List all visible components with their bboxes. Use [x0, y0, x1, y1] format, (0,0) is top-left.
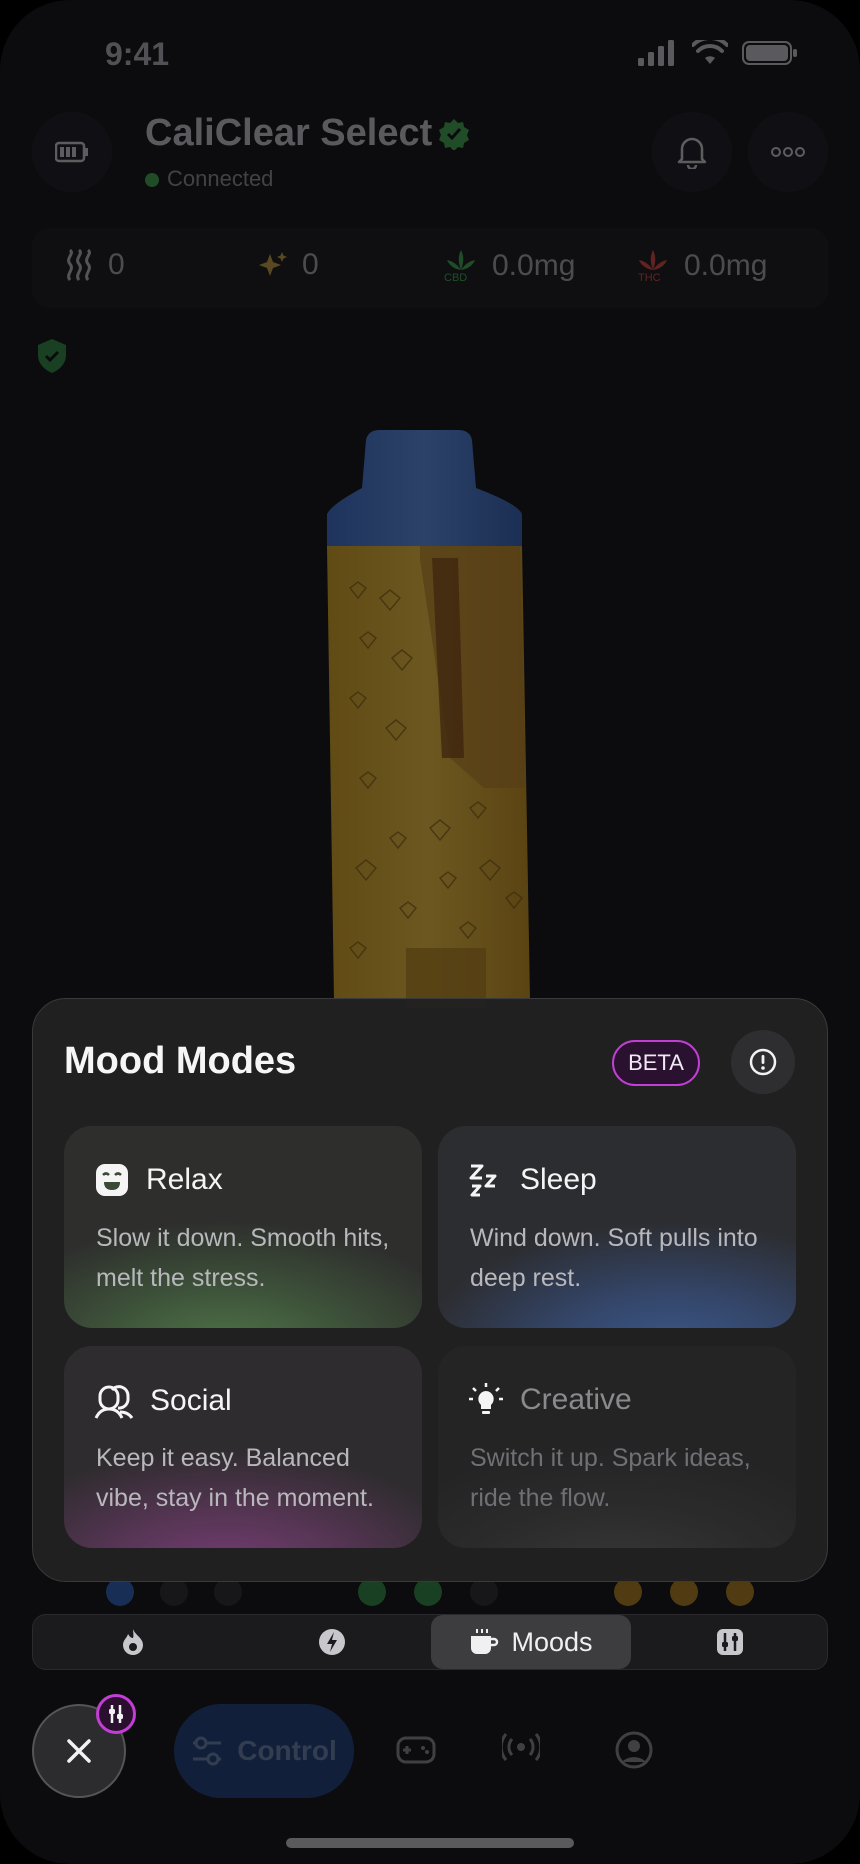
tab-flame[interactable] [33, 1615, 233, 1669]
stat-thc: THC 0.0mg [636, 248, 768, 284]
steam-icon [67, 248, 91, 281]
notifications-button[interactable] [652, 112, 732, 192]
mug-icon [471, 1629, 499, 1654]
preset-dot-yellow [726, 1578, 754, 1606]
sliders-control-icon [193, 1736, 222, 1766]
stat-puffs: 0 [64, 248, 125, 282]
cbd-leaf-icon: CBD [444, 248, 478, 284]
preset-dots-row [0, 1578, 860, 1608]
status-time: 9:41 [105, 36, 170, 72]
preset-dot [160, 1578, 188, 1606]
bolt-icon [319, 1629, 345, 1655]
vape-device-image [327, 430, 530, 1008]
home-indicator [286, 1838, 574, 1848]
stat-cbd: CBD 0.0mg [444, 248, 576, 284]
preset-dot [470, 1578, 498, 1606]
mode-header: Social [94, 1382, 232, 1420]
preset-dot-yellow [614, 1578, 642, 1606]
battery-status-icon [742, 41, 797, 65]
preset-dot-green [358, 1578, 386, 1606]
sparkle-icon [259, 252, 287, 276]
adjust-badge [96, 1694, 136, 1734]
game-controller-icon[interactable] [396, 1730, 436, 1766]
thc-leaf-icon: THC [636, 248, 670, 284]
mood-modes-title: Mood Modes [64, 1040, 297, 1082]
beta-badge: BETA [612, 1040, 700, 1086]
mode-header: Sleep [468, 1162, 597, 1198]
lightbulb-icon [469, 1383, 503, 1414]
close-icon [67, 1739, 91, 1763]
verified-badge-icon [439, 119, 469, 150]
info-icon [749, 1048, 777, 1076]
status-icons [638, 40, 798, 66]
mode-card-sleep[interactable]: Sleep Wind down. Soft pulls into deep re… [438, 1126, 796, 1328]
more-options-button[interactable] [748, 112, 828, 192]
tab-sliders[interactable] [631, 1615, 829, 1669]
mode-header: Relax [94, 1162, 223, 1198]
connected-dot [145, 173, 159, 187]
mode-header: Creative [468, 1382, 632, 1418]
status-bar: 9:41 [0, 0, 860, 110]
mode-description: Slow it down. Smooth hits, melt the stre… [96, 1224, 390, 1292]
preset-dot-yellow [670, 1578, 698, 1606]
tab-moods[interactable]: Moods [431, 1615, 631, 1669]
tab-bolt[interactable] [233, 1615, 431, 1669]
stat-sparks: 0 [258, 248, 319, 282]
preset-dot-blue [106, 1578, 134, 1606]
broadcast-icon[interactable] [502, 1730, 540, 1764]
smile-face-icon [96, 1164, 128, 1196]
shield-check-icon [38, 339, 66, 373]
bell-icon [677, 137, 707, 169]
phone-screen: 9:41 CaliClear Select Connected 0 0 CBD … [0, 0, 860, 1864]
mode-switcher: Moods [32, 1614, 828, 1670]
wifi-icon [692, 40, 728, 64]
adjust-sliders-icon [109, 1705, 123, 1723]
flame-icon [123, 1629, 143, 1655]
info-button[interactable] [731, 1030, 795, 1094]
mode-card-creative[interactable]: Creative Switch it up. Spark ideas, ride… [438, 1346, 796, 1548]
mode-description: Switch it up. Spark ideas, ride the flow… [470, 1444, 751, 1512]
mode-card-relax[interactable]: Relax Slow it down. Smooth hits, melt th… [64, 1126, 422, 1328]
signal-icon [638, 40, 674, 66]
device-battery-button[interactable] [32, 112, 112, 192]
connection-status: Connected [145, 166, 273, 192]
people-icon [94, 1385, 134, 1419]
profile-icon[interactable] [614, 1730, 654, 1770]
zzz-icon [469, 1164, 497, 1197]
device-title: CaliClear Select [145, 112, 433, 154]
mode-card-social[interactable]: Social Keep it easy. Balanced vibe, stay… [64, 1346, 422, 1548]
mode-description: Wind down. Soft pulls into deep rest. [470, 1224, 758, 1292]
preset-dot [214, 1578, 242, 1606]
more-dots-icon [771, 147, 805, 157]
mode-description: Keep it easy. Balanced vibe, stay in the… [96, 1444, 374, 1512]
battery-icon [55, 141, 88, 163]
sliders-icon [717, 1629, 743, 1655]
control-tab-button[interactable]: Control [174, 1704, 354, 1798]
stats-bar: 0 0 CBD 0.0mg THC 0.0mg [32, 228, 828, 308]
preset-dot-green [414, 1578, 442, 1606]
